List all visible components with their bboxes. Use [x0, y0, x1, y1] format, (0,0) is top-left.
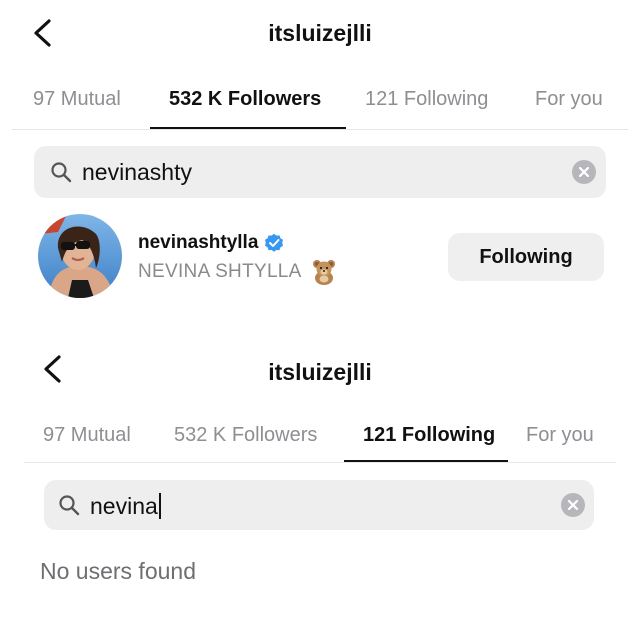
- text-caret: [158, 493, 161, 519]
- search-bar[interactable]: [34, 146, 606, 198]
- tab-divider: [24, 462, 616, 463]
- tab-bar: 97 Mutual 532 K Followers 121 Following …: [24, 420, 616, 450]
- tab-following[interactable]: 121 Following: [365, 88, 488, 111]
- tab-mutual[interactable]: 97 Mutual: [43, 424, 131, 447]
- full-name: NEVINA SHTYLLA: [138, 261, 302, 282]
- fullname-line: NEVINA SHTYLLA: [138, 258, 338, 286]
- username-line[interactable]: nevinashtylla: [138, 232, 284, 254]
- search-icon: [58, 494, 80, 516]
- tab-followers[interactable]: 532 K Followers: [169, 88, 321, 111]
- top-screenshot: itsluizejlli 97 Mutual 532 K Followers 1…: [12, 0, 628, 310]
- tab-divider: [12, 129, 628, 130]
- verified-badge-icon: [264, 233, 284, 253]
- tab-for-you[interactable]: For you: [526, 424, 594, 447]
- top-header: itsluizejlli: [12, 0, 628, 64]
- user-result-row[interactable]: nevinashtylla NEVINA SHTYLLA Following: [12, 214, 628, 304]
- tab-mutual[interactable]: 97 Mutual: [33, 88, 121, 111]
- tab-bar: 97 Mutual 532 K Followers 121 Following …: [12, 84, 628, 114]
- bottom-screenshot: itsluizejlli 97 Mutual 532 K Followers 1…: [24, 340, 616, 630]
- page-title: itsluizejlli: [268, 359, 372, 385]
- avatar[interactable]: [38, 214, 122, 298]
- tab-followers[interactable]: 532 K Followers: [174, 424, 317, 447]
- empty-state-message: No users found: [40, 558, 196, 584]
- search-field[interactable]: nevina: [90, 491, 161, 521]
- search-input-text: nevina: [90, 492, 158, 519]
- search-icon: [50, 161, 72, 183]
- clear-icon[interactable]: [561, 493, 585, 517]
- tab-following[interactable]: 121 Following: [363, 424, 495, 447]
- following-button[interactable]: Following: [448, 233, 604, 281]
- tab-for-you[interactable]: For you: [535, 88, 603, 111]
- bottom-header: itsluizejlli: [24, 340, 616, 404]
- search-bar[interactable]: nevina: [44, 480, 594, 530]
- clear-icon[interactable]: [572, 160, 596, 184]
- username: nevinashtylla: [138, 232, 259, 253]
- page-title: itsluizejlli: [268, 20, 372, 46]
- search-input[interactable]: [82, 156, 552, 188]
- teddy-bear-emoji: [310, 258, 338, 286]
